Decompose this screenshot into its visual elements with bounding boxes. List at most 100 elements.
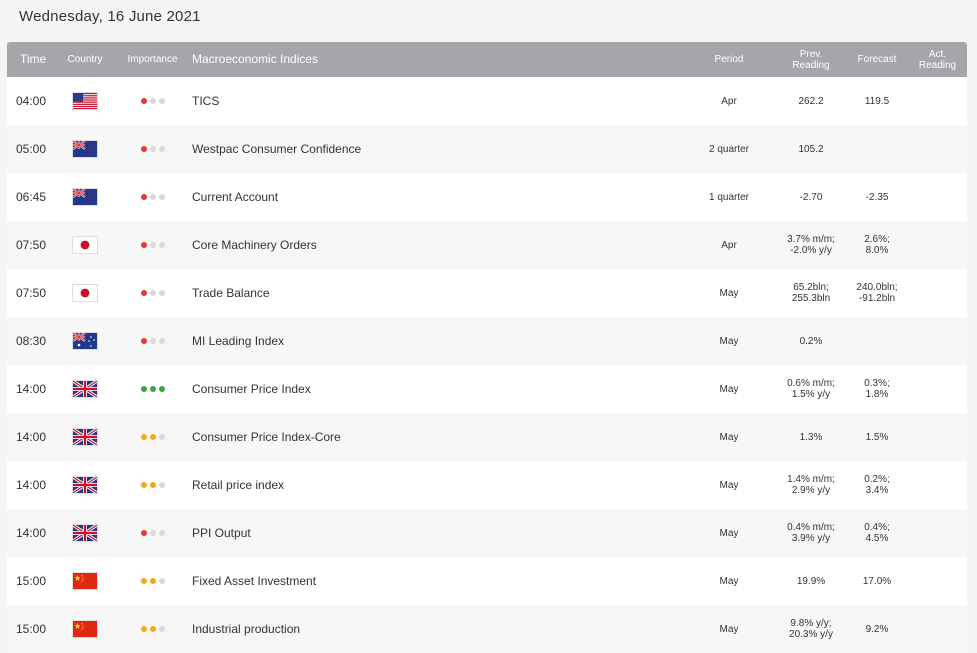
us-flag xyxy=(73,93,97,109)
event-time: 15:00 xyxy=(16,574,47,588)
country-cell xyxy=(55,189,115,205)
prev-reading: 9.8% y/y; 20.3% y/y xyxy=(789,618,833,640)
country-cell xyxy=(55,285,115,301)
col-importance-header: Importance xyxy=(127,54,178,65)
prev-reading: 19.9% xyxy=(796,575,826,587)
importance-dot xyxy=(149,434,156,440)
importance-dot xyxy=(149,386,156,392)
event-name[interactable]: Trade Balance xyxy=(190,286,682,300)
event-period: Apr xyxy=(721,239,737,251)
prev-reading: 105.2 xyxy=(798,143,824,155)
forecast-value: 1.5% xyxy=(865,431,889,443)
event-period: 1 quarter xyxy=(708,191,750,203)
prev-reading: -2.70 xyxy=(799,191,823,203)
importance-dot xyxy=(140,434,147,440)
country-cell xyxy=(55,573,115,589)
importance-dot xyxy=(158,338,165,344)
nz-flag xyxy=(73,141,97,157)
importance-dot xyxy=(158,146,165,152)
event-name[interactable]: Consumer Price Index-Core xyxy=(190,430,682,444)
importance-dot xyxy=(158,482,165,488)
event-name[interactable]: Westpac Consumer Confidence xyxy=(190,142,682,156)
importance-dot xyxy=(149,194,156,200)
event-time: 04:00 xyxy=(16,94,47,108)
forecast-value: 17.0% xyxy=(862,575,892,587)
country-cell xyxy=(55,525,115,541)
table-row[interactable]: 14:00 Consumer Price Index-Core May 1.3%… xyxy=(7,413,967,461)
table-row[interactable]: 14:00 Consumer Price Index May 0.6% m/m;… xyxy=(7,365,967,413)
importance-indicator xyxy=(115,530,190,536)
importance-indicator xyxy=(115,434,190,440)
event-name[interactable]: Industrial production xyxy=(190,622,682,636)
importance-dot xyxy=(140,338,147,344)
prev-reading: 0.6% m/m; 1.5% y/y xyxy=(787,378,835,400)
importance-dot xyxy=(140,482,147,488)
table-row[interactable]: 14:00 Retail price index May 1.4% m/m; 2.… xyxy=(7,461,967,509)
importance-dot xyxy=(158,386,165,392)
importance-dot xyxy=(149,98,156,104)
col-actual-header: Act. Reading xyxy=(918,48,957,71)
forecast-value: 0.2%; 3.4% xyxy=(864,474,890,496)
prev-reading: 0.4% m/m; 3.9% y/y xyxy=(787,522,835,544)
importance-dot xyxy=(158,98,165,104)
importance-dot xyxy=(149,290,156,296)
cn-flag xyxy=(73,573,97,589)
col-prev-header: Prev. Reading xyxy=(792,48,830,71)
jp-flag xyxy=(73,237,97,253)
event-time: 06:45 xyxy=(16,190,47,204)
prev-reading: 1.4% m/m; 2.9% y/y xyxy=(787,474,835,496)
event-time: 07:50 xyxy=(16,286,47,300)
importance-dot xyxy=(140,578,147,584)
event-name[interactable]: Core Machinery Orders xyxy=(190,238,682,252)
table-body: 04:00 TICS Apr 262.2 119.5 05:00 Westpac… xyxy=(7,77,967,653)
importance-dot xyxy=(140,530,147,536)
event-name[interactable]: Retail price index xyxy=(190,478,682,492)
prev-reading: 3.7% m/m; -2.0% y/y xyxy=(787,234,835,256)
event-period: May xyxy=(719,287,739,299)
importance-dot xyxy=(149,242,156,248)
event-period: May xyxy=(719,479,739,491)
event-period: May xyxy=(719,527,739,539)
importance-dot xyxy=(140,194,147,200)
event-name[interactable]: Fixed Asset Investment xyxy=(190,574,682,588)
page-title: Wednesday, 16 June 2021 xyxy=(19,8,201,25)
importance-indicator xyxy=(115,98,190,104)
event-time: 14:00 xyxy=(16,382,47,396)
table-row[interactable]: 04:00 TICS Apr 262.2 119.5 xyxy=(7,77,967,125)
event-period: May xyxy=(719,623,739,635)
country-cell xyxy=(55,93,115,109)
table-row[interactable]: 07:50 Core Machinery Orders Apr 3.7% m/m… xyxy=(7,221,967,269)
event-period: May xyxy=(719,575,739,587)
event-name[interactable]: PPI Output xyxy=(190,526,682,540)
importance-dot xyxy=(158,290,165,296)
table-row[interactable]: 14:00 PPI Output May 0.4% m/m; 3.9% y/y 0… xyxy=(7,509,967,557)
event-name[interactable]: MI Leading Index xyxy=(190,334,682,348)
importance-indicator xyxy=(115,386,190,392)
forecast-value: 0.4%; 4.5% xyxy=(864,522,890,544)
event-name[interactable]: TICS xyxy=(190,94,682,108)
table-row[interactable]: 05:00 Westpac Consumer Confidence 2 quar… xyxy=(7,125,967,173)
col-forecast-header: Forecast xyxy=(857,54,897,65)
importance-dot xyxy=(158,626,165,632)
importance-dot xyxy=(140,242,147,248)
importance-indicator xyxy=(115,626,190,632)
importance-dot xyxy=(149,626,156,632)
table-row[interactable]: 15:00 Industrial production May 9.8% y/y… xyxy=(7,605,967,653)
country-cell xyxy=(55,477,115,493)
table-row[interactable]: 06:45 Current Account 1 quarter -2.70 -2… xyxy=(7,173,967,221)
importance-dot xyxy=(140,386,147,392)
table-row[interactable]: 07:50 Trade Balance May 65.2bln; 255.3bln… xyxy=(7,269,967,317)
importance-indicator xyxy=(115,194,190,200)
country-cell xyxy=(55,429,115,445)
table-row[interactable]: 08:30 MI Leading Index May 0.2% xyxy=(7,317,967,365)
table-header: Time Country Importance Macroeconomic In… xyxy=(7,42,967,77)
importance-dot xyxy=(158,242,165,248)
forecast-value: 240.0bln; -91.2bln xyxy=(856,282,898,304)
importance-dot xyxy=(149,482,156,488)
forecast-value: 9.2% xyxy=(865,623,889,635)
event-name[interactable]: Consumer Price Index xyxy=(190,382,682,396)
country-cell xyxy=(55,381,115,397)
table-row[interactable]: 15:00 Fixed Asset Investment May 19.9% 1… xyxy=(7,557,967,605)
event-name[interactable]: Current Account xyxy=(190,190,682,204)
forecast-value: 119.5 xyxy=(864,95,890,107)
